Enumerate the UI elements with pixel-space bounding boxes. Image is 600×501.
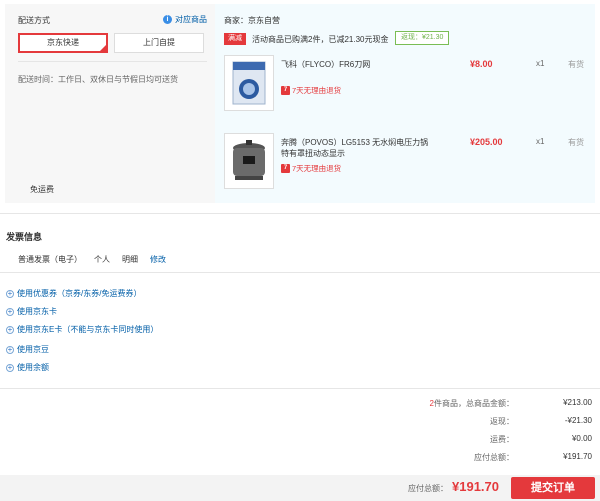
pay-total-label: 应付总额： <box>408 484 448 493</box>
invoice-title: 发票信息 <box>6 232 43 242</box>
use-balance-option[interactable]: + 使用余额 <box>6 362 49 373</box>
due-label: 应付总额： <box>474 453 514 462</box>
option-label: 使用优惠券（京券/东券/免运费券） <box>17 289 142 298</box>
cashback-value: -¥21.30 <box>564 416 592 425</box>
pay-total-amount: ¥191.70 <box>452 479 499 494</box>
option-label: 使用京东E卡（不能与京东卡同时使用） <box>17 325 159 334</box>
goods-total-label: 件商品，总商品金额： <box>434 399 514 408</box>
self-pickup-option[interactable]: 上门自提 <box>114 33 204 53</box>
invoice-info: 普通发票（电子） 个人 明细 修改 <box>18 254 166 265</box>
item-quantity: x1 <box>536 59 545 68</box>
use-jd-beans-option[interactable]: + 使用京豆 <box>6 344 49 355</box>
return-policy-icon: 7 <box>281 86 290 95</box>
expand-plus-icon: + <box>6 324 14 334</box>
corresponding-goods-link[interactable]: i 对应商品 <box>163 14 207 25</box>
promo-tag: 满减 <box>224 33 246 45</box>
submit-order-button[interactable]: 提交订单 <box>511 477 595 499</box>
cart-item: 奔腾（POVOS）LG5153 无水焖电压力锅 特有罩扭动态显示 7 7天无理由… <box>224 133 590 191</box>
use-jd-card-option[interactable]: + 使用京东卡 <box>6 306 57 317</box>
expand-plus-icon: + <box>6 306 14 316</box>
cashback-badge: 返现：¥21.30 <box>395 31 450 45</box>
goods-total-value: ¥213.00 <box>563 398 592 407</box>
corresponding-goods-label: 对应商品 <box>175 15 207 24</box>
use-jd-ecard-option[interactable]: + 使用京东E卡（不能与京东卡同时使用） <box>6 324 158 335</box>
cashback-label: 返现： <box>490 417 514 426</box>
invoice-content: 明细 <box>122 255 138 264</box>
item-price: ¥205.00 <box>470 137 503 147</box>
section-divider <box>0 388 600 389</box>
return-policy-text: 7天无理由退货 <box>292 86 342 95</box>
invoice-edit-link[interactable]: 修改 <box>150 254 166 265</box>
item-price: ¥8.00 <box>470 59 493 69</box>
info-icon: i <box>163 15 172 24</box>
shipping-divider <box>18 61 207 62</box>
section-divider <box>0 272 600 273</box>
promo-text: 活动商品已购满2件，已减21.30元现金 <box>252 35 389 44</box>
expand-plus-icon: + <box>6 362 14 372</box>
shipping-title: 配送方式 <box>18 16 50 25</box>
item-stock: 有货 <box>568 138 584 147</box>
shaver-foil-image <box>232 61 266 105</box>
return-policy: 7 7天无理由退货 <box>281 85 341 96</box>
cart-item: 飞科（FLYCO）FR6刀网 7 7天无理由退货 ¥8.00 x1 有货 <box>224 55 590 113</box>
seller-name: 商家：京东自营 <box>224 16 280 25</box>
item-stock: 有货 <box>568 60 584 69</box>
invoice-type: 普通发票（电子） <box>18 255 82 264</box>
free-shipping-label: 免运费 <box>30 185 54 194</box>
freight-label: 运费： <box>490 435 514 444</box>
product-thumbnail-shaver-foil[interactable] <box>224 55 274 111</box>
freight-value: ¥0.00 <box>571 434 592 443</box>
expand-plus-icon: + <box>6 288 14 298</box>
return-policy-icon: 7 <box>281 164 290 173</box>
item-name[interactable]: 奔腾（POVOS）LG5153 无水焖电压力锅 特有罩扭动态显示 <box>281 137 431 159</box>
expand-plus-icon: + <box>6 344 14 354</box>
pressure-cooker-image <box>233 140 265 180</box>
use-coupon-option[interactable]: + 使用优惠券（京券/东券/免运费券） <box>6 288 141 299</box>
item-name[interactable]: 飞科（FLYCO）FR6刀网 <box>281 59 431 70</box>
return-policy: 7 7天无理由退货 <box>281 163 341 174</box>
option-label: 使用京东卡 <box>17 307 57 316</box>
item-quantity: x1 <box>536 137 545 146</box>
return-policy-text: 7天无理由退货 <box>292 164 342 173</box>
due-value: ¥191.70 <box>563 452 592 461</box>
section-divider <box>0 213 600 214</box>
jd-express-option[interactable]: 京东快递 <box>18 33 108 53</box>
shipping-panel: 配送方式 i 对应商品 京东快递 上门自提 配送时间：工作日、双休日与节假日均可… <box>5 4 215 203</box>
product-thumbnail-pressure-cooker[interactable] <box>224 133 274 189</box>
checkout-bar: 应付总额： ¥191.70 提交订单 <box>0 475 600 501</box>
invoice-title-type: 个人 <box>94 255 110 264</box>
delivery-time: 配送时间：工作日、双休日与节假日均可送货 <box>18 75 178 84</box>
option-label: 使用京豆 <box>17 345 49 354</box>
goods-panel: 商家：京东自营 满减 活动商品已购满2件，已减21.30元现金 返现：¥21.3… <box>215 4 595 203</box>
option-label: 使用余额 <box>17 363 49 372</box>
